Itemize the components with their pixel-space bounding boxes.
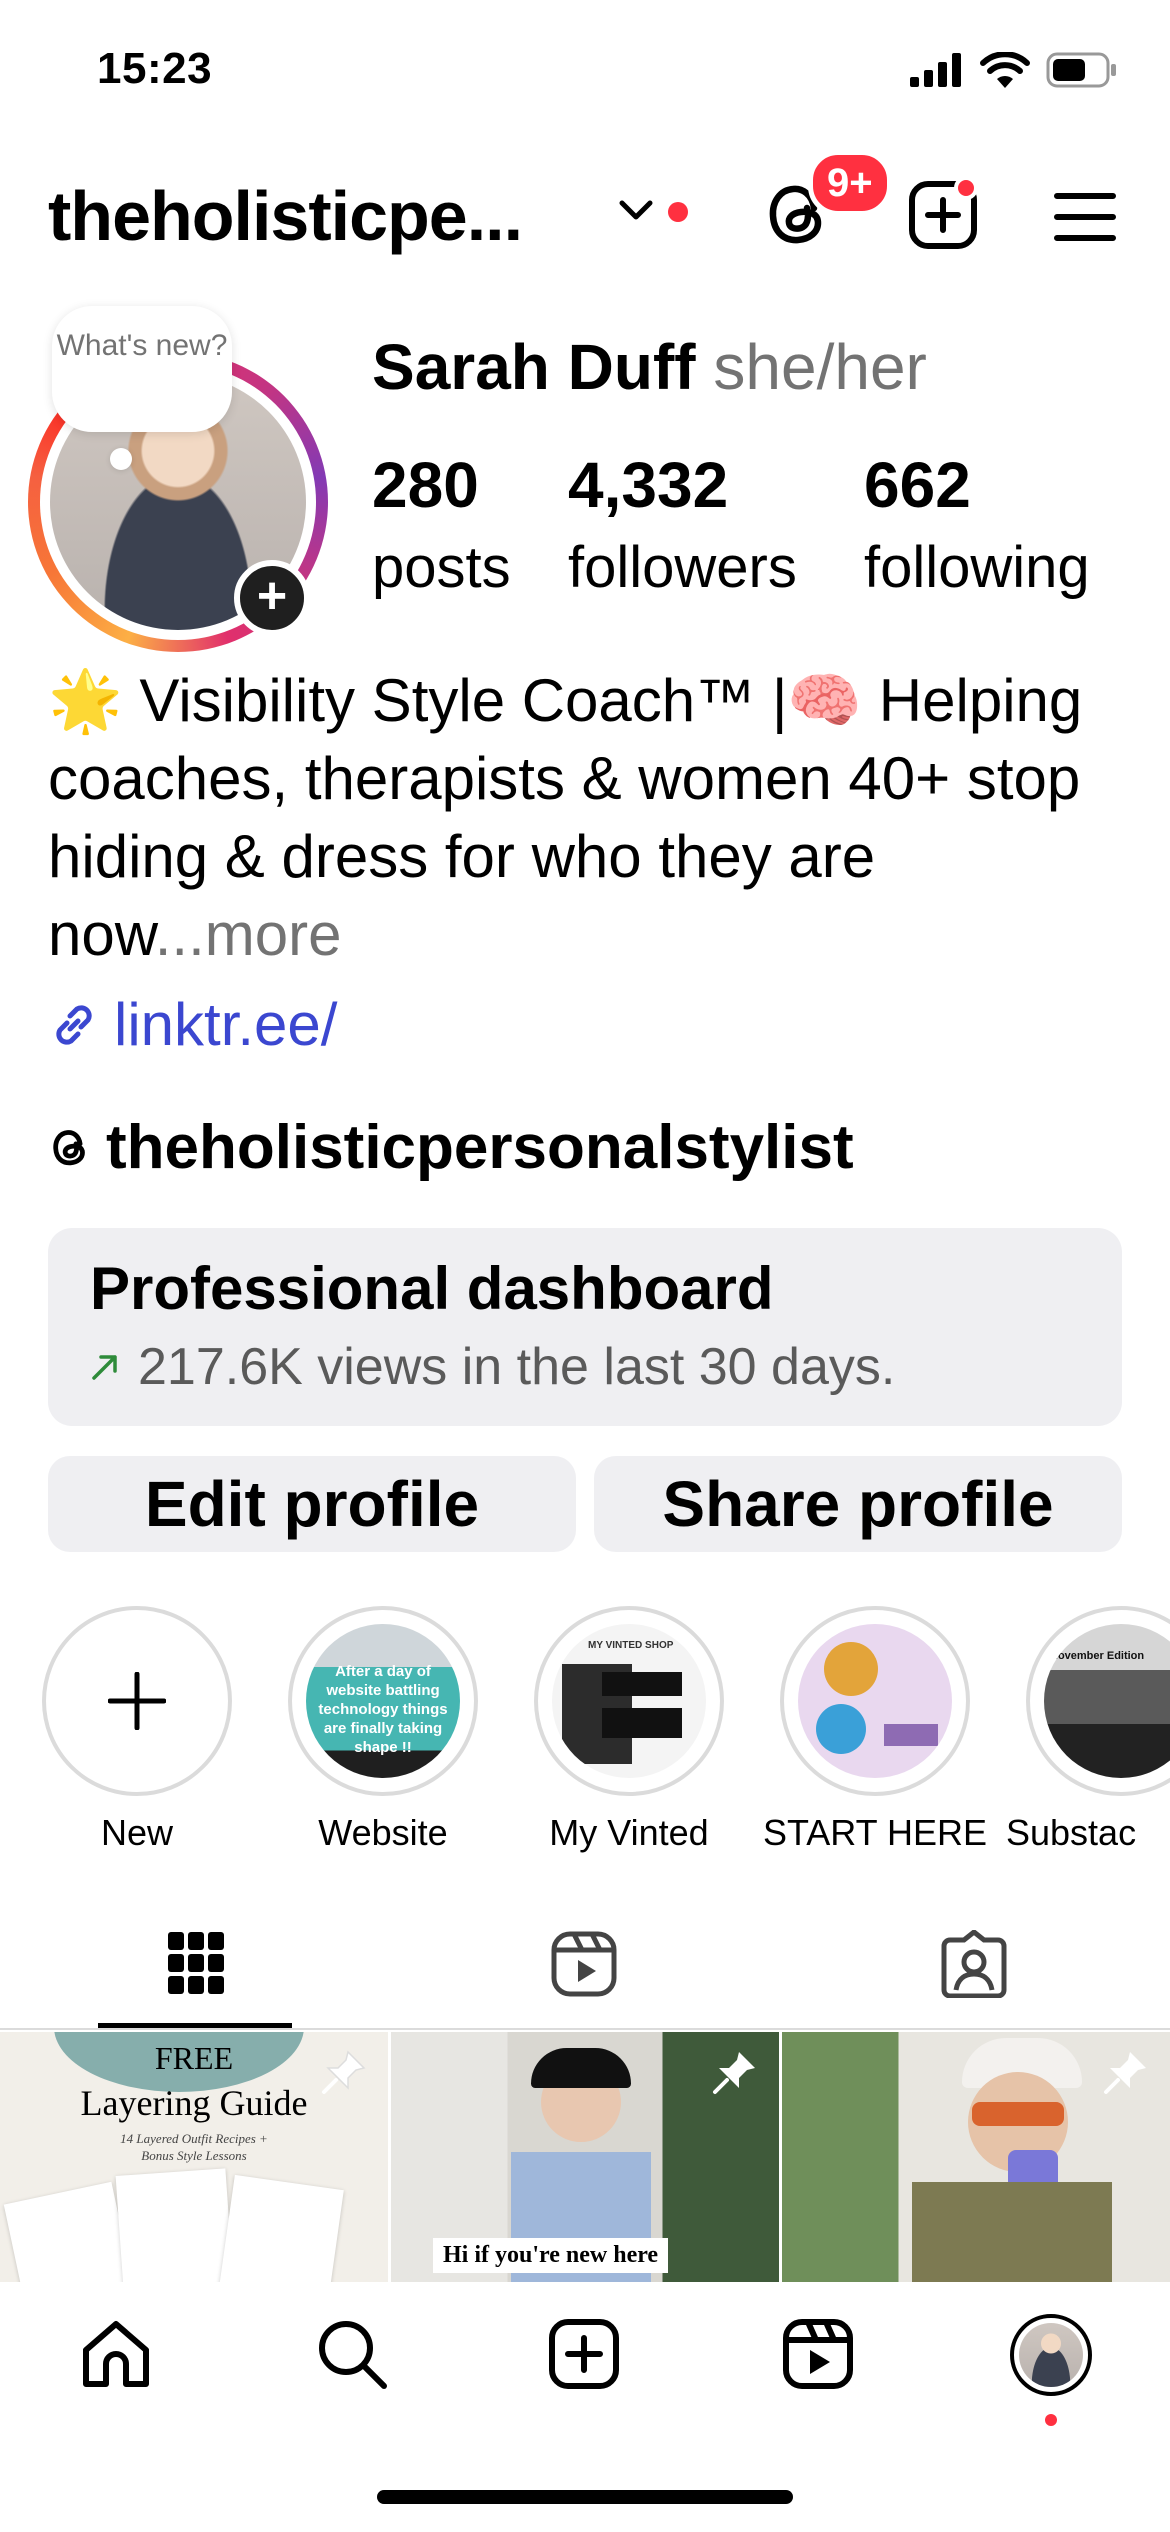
trending-up-icon: [92, 1355, 117, 1380]
threads-profile-link[interactable]: theholisticpersonalstylist: [48, 1112, 854, 1183]
highlight-vinted-text: MY VINTED SHOP: [588, 1640, 674, 1651]
highlight-new[interactable]: [42, 1606, 232, 1796]
create-icon[interactable]: [548, 2318, 620, 2390]
share-profile-button[interactable]: Share profile: [594, 1456, 1122, 1552]
profile-link[interactable]: linktr.ee/: [48, 990, 337, 1059]
dashboard-stat: 217.6K views in the last 30 days.: [138, 1338, 896, 1396]
professional-dashboard[interactable]: Professional dashboard 217.6K views in t…: [48, 1228, 1122, 1426]
threads-handle-text[interactable]: theholisticpersonalstylist: [106, 1112, 854, 1183]
cellular-signal-icon: [910, 53, 961, 87]
profile-link-text[interactable]: linktr.ee/: [114, 990, 337, 1059]
bubble-tail: [110, 448, 132, 470]
profile-pronouns: she/her: [713, 331, 927, 403]
vinted-note-block: [602, 1672, 682, 1696]
post2-cap: [531, 2048, 631, 2088]
tab-divider: [0, 2028, 1170, 2030]
dashboard-title: Professional dashboard: [90, 1255, 774, 1322]
highlight-label: Website: [318, 1812, 448, 1853]
whats-new-bubble[interactable]: What's new?: [52, 306, 232, 432]
dashboard-stat-row: 217.6K views in the last 30 days.: [90, 1337, 1080, 1397]
grid-post-1[interactable]: FREE Layering Guide 14 Layered Outfit Re…: [0, 2032, 388, 2282]
menu-icon[interactable]: [1054, 192, 1116, 242]
profile-nav-dot: [1045, 2414, 1057, 2426]
new-post-dot: [954, 176, 978, 200]
highlight-label: My Vinted: [549, 1812, 709, 1853]
grid-post-3[interactable]: [782, 2032, 1170, 2282]
start-thumb-shape-2: [816, 1704, 866, 1754]
chevron-down-icon[interactable]: [618, 198, 654, 222]
post2-caption: Hi if you're new here: [433, 2238, 669, 2273]
profile-nav-avatar[interactable]: [1010, 2314, 1092, 2396]
account-notification-dot: [668, 202, 688, 222]
following-label[interactable]: following: [864, 534, 1090, 601]
battery-icon: [1046, 52, 1116, 88]
guide-page-3: [218, 2174, 344, 2282]
profile-bio: 🌟 Visibility Style Coach™ |🧠 Helping coa…: [48, 662, 1128, 974]
notification-badge: 9+: [808, 150, 892, 216]
guide-subtitle: 14 Layered Outfit Recipes + Bonus Style …: [120, 2131, 268, 2163]
highlight-label: Substac: [1006, 1812, 1137, 1853]
highlight-start-thumb: [798, 1624, 952, 1778]
status-icons: [910, 52, 1118, 88]
wifi-icon: [980, 52, 1030, 88]
edit-profile-button[interactable]: Edit profile: [48, 1456, 576, 1552]
vinted-note-block-2: [602, 1708, 682, 1738]
grid-post-2[interactable]: Hi if you're new here: [391, 2032, 779, 2282]
profile-nav-avatar-photo: [1019, 2323, 1083, 2387]
highlight-website-text: After a day of website battling technolo…: [318, 1663, 448, 1756]
bio-more-link[interactable]: more: [205, 901, 342, 968]
bio-ellipsis: ...: [154, 901, 205, 968]
posts-count[interactable]: 280: [372, 448, 479, 522]
guide-page-1: [3, 2181, 135, 2282]
guide-page-2: [115, 2168, 235, 2282]
highlight-vinted-thumb: MY VINTED SHOP: [552, 1624, 706, 1778]
account-username[interactable]: theholisticpe...: [48, 176, 523, 256]
link-icon: [56, 1004, 92, 1045]
highlight-website-thumb: After a day of website battling technolo…: [306, 1624, 460, 1778]
highlight-substack[interactable]: November Edition: [1026, 1606, 1170, 1796]
search-icon[interactable]: [316, 2318, 388, 2390]
home-icon[interactable]: [80, 2318, 152, 2390]
start-thumb-shape-3: [884, 1724, 938, 1746]
highlight-my-vinted[interactable]: MY VINTED SHOP: [534, 1606, 724, 1796]
status-time: 15:23: [97, 44, 213, 93]
pin-icon: [322, 2050, 366, 2094]
highlight-substack-text: November Edition: [1050, 1650, 1145, 1662]
following-count[interactable]: 662: [864, 448, 971, 522]
add-story-button[interactable]: +: [234, 560, 310, 636]
grid-icon[interactable]: [166, 1930, 226, 1996]
threads-small-icon: [53, 1129, 85, 1165]
highlight-start-here[interactable]: [780, 1606, 970, 1796]
highlight-label: New: [100, 1812, 174, 1853]
post3-sunglasses: [972, 2102, 1064, 2126]
highlight-substack-thumb: November Edition: [1044, 1624, 1170, 1778]
pin-icon: [713, 2052, 755, 2094]
post3-jacket: [912, 2182, 1112, 2282]
start-thumb-shape-1: [824, 1642, 878, 1696]
tagged-icon[interactable]: [940, 1930, 1008, 1998]
followers-count[interactable]: 4,332: [568, 448, 728, 522]
home-indicator: [377, 2490, 793, 2504]
highlight-website[interactable]: After a day of website battling technolo…: [288, 1606, 478, 1796]
profile-name-line: Sarah Duff she/her: [372, 330, 927, 404]
highlight-label: START HERE: [762, 1812, 988, 1853]
plus-icon: [108, 1672, 166, 1730]
profile-name: Sarah Duff: [372, 331, 696, 403]
followers-label[interactable]: followers: [568, 534, 797, 601]
pin-icon: [1104, 2052, 1146, 2094]
reels-nav-icon[interactable]: [782, 2318, 854, 2390]
reels-icon[interactable]: [550, 1930, 618, 1998]
posts-label[interactable]: posts: [372, 534, 511, 601]
